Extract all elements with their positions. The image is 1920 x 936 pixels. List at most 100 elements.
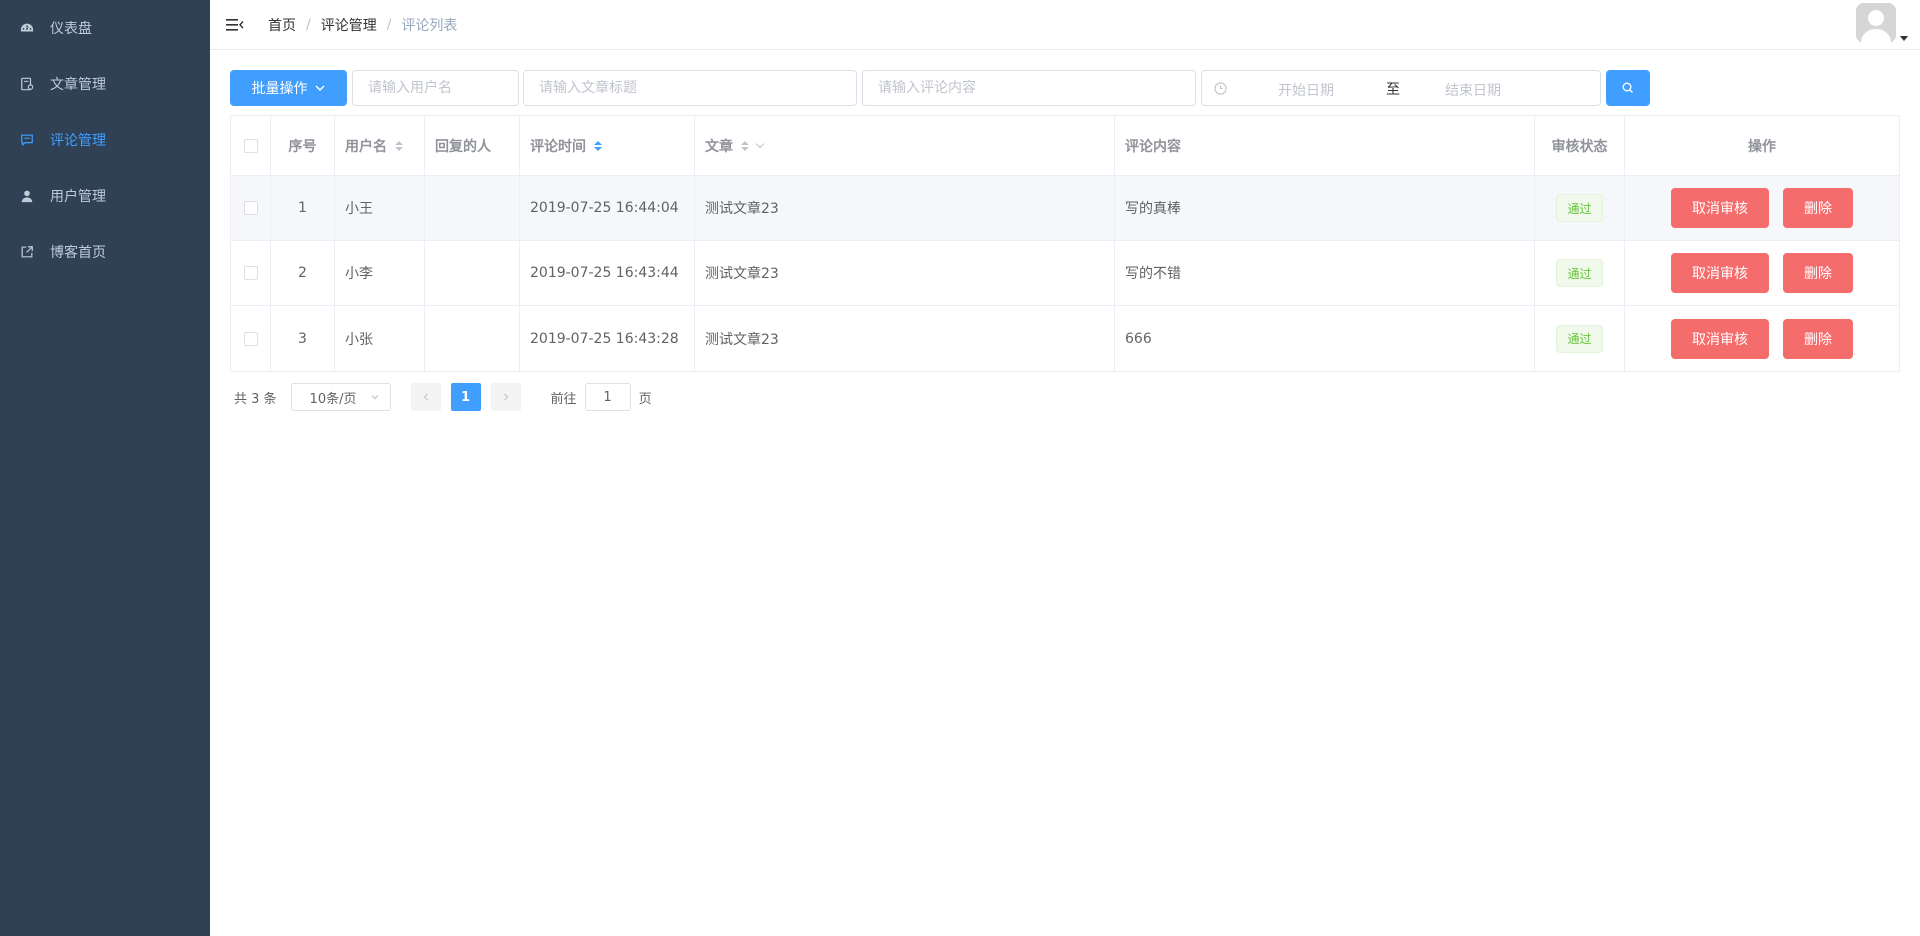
cell-article: 测试文章23 bbox=[695, 241, 1115, 305]
caret-down-icon bbox=[1900, 36, 1908, 41]
goto-prefix: 前往 bbox=[550, 391, 577, 407]
cell-content: 写的真棒 bbox=[1115, 176, 1535, 240]
header-status: 审核状态 bbox=[1535, 116, 1625, 175]
breadcrumb-current: 评论列表 bbox=[401, 17, 458, 34]
row-checkbox[interactable] bbox=[243, 201, 258, 215]
table-row: 3 小张 2019-07-25 16:43:28 测试文章23 666 通过 取… bbox=[231, 306, 1899, 371]
avatar[interactable] bbox=[1856, 3, 1896, 43]
header-article[interactable]: 文章 bbox=[695, 116, 1115, 175]
sidebar-item-dashboard[interactable]: 仪表盘 bbox=[0, 0, 210, 56]
cell-actions: 取消审核 删除 bbox=[1625, 176, 1899, 240]
cell-index: 2 bbox=[271, 241, 335, 305]
cell-status: 通过 bbox=[1535, 306, 1625, 371]
page-size-select[interactable]: 10条/页 bbox=[290, 383, 391, 411]
end-date-input[interactable]: 结束日期 bbox=[1445, 80, 1501, 100]
cell-actions: 取消审核 删除 bbox=[1625, 241, 1899, 305]
prev-page-button[interactable] bbox=[410, 383, 441, 411]
sort-icon[interactable] bbox=[741, 140, 749, 151]
comments-table: 序号 用户名 回复的人 评论时间 文章 评论内容 审核状态 操作 1 小王 20… bbox=[230, 115, 1900, 372]
cell-reply-to bbox=[425, 176, 520, 240]
cell-content: 写的不错 bbox=[1115, 241, 1535, 305]
article-icon bbox=[20, 77, 34, 91]
cell-time: 2019-07-25 16:43:28 bbox=[520, 306, 695, 371]
breadcrumb-home[interactable]: 首页 bbox=[268, 15, 296, 35]
comment-icon bbox=[20, 133, 34, 147]
page-number-current[interactable]: 1 bbox=[450, 383, 481, 411]
header-reply-to: 回复的人 bbox=[425, 116, 520, 175]
header-time-label: 评论时间 bbox=[530, 138, 586, 155]
user-avatar-dropdown[interactable] bbox=[1856, 3, 1908, 43]
article-title-input[interactable] bbox=[523, 70, 857, 106]
sidebar-item-comments[interactable]: 评论管理 bbox=[0, 112, 210, 168]
header-article-label: 文章 bbox=[705, 138, 733, 155]
date-range-picker[interactable]: 开始日期 至 结束日期 bbox=[1201, 70, 1601, 106]
cell-index: 1 bbox=[271, 176, 335, 240]
cell-status: 通过 bbox=[1535, 176, 1625, 240]
goto-page-input[interactable]: 1 bbox=[584, 383, 631, 411]
row-checkbox[interactable] bbox=[243, 331, 258, 346]
row-checkbox[interactable] bbox=[243, 266, 258, 280]
row-select-cell bbox=[231, 306, 271, 371]
delete-button[interactable]: 删除 bbox=[1783, 318, 1853, 359]
sidebar-item-users[interactable]: 用户管理 bbox=[0, 168, 210, 224]
cell-actions: 取消审核 删除 bbox=[1625, 306, 1899, 371]
pagination-total: 共 3 条 bbox=[234, 391, 277, 407]
cancel-review-button[interactable]: 取消审核 bbox=[1671, 188, 1769, 228]
breadcrumb-comment-management[interactable]: 评论管理 bbox=[321, 15, 377, 35]
header-content-label: 评论内容 bbox=[1125, 138, 1181, 155]
header-reply-to-label: 回复的人 bbox=[435, 138, 491, 155]
next-page-button[interactable] bbox=[490, 383, 521, 411]
clock-icon bbox=[1214, 82, 1227, 99]
cancel-review-button[interactable]: 取消审核 bbox=[1671, 253, 1769, 293]
sidebar-item-articles[interactable]: 文章管理 bbox=[0, 56, 210, 112]
cell-username: 小王 bbox=[335, 176, 425, 240]
comment-content-input[interactable] bbox=[862, 70, 1196, 106]
sidebar-item-label: 博客首页 bbox=[50, 245, 106, 261]
goto-suffix: 页 bbox=[638, 391, 652, 407]
header-content: 评论内容 bbox=[1115, 116, 1535, 175]
cell-status: 通过 bbox=[1535, 241, 1625, 305]
sidebar-item-label: 用户管理 bbox=[50, 189, 106, 205]
username-field[interactable] bbox=[368, 80, 503, 96]
delete-button[interactable]: 删除 bbox=[1783, 188, 1853, 228]
sort-icon[interactable] bbox=[594, 140, 602, 151]
header-status-label: 审核状态 bbox=[1551, 138, 1608, 155]
header-actions-label: 操作 bbox=[1748, 138, 1776, 155]
filter-chevron-icon[interactable] bbox=[755, 139, 765, 148]
username-input[interactable] bbox=[352, 70, 519, 106]
sort-icon[interactable] bbox=[395, 140, 403, 151]
sidebar: 仪表盘 文章管理 评论管理 用户管理 博客首页 bbox=[0, 0, 210, 936]
cancel-review-button[interactable]: 取消审核 bbox=[1671, 318, 1769, 359]
table-row: 1 小王 2019-07-25 16:44:04 测试文章23 写的真棒 通过 … bbox=[231, 176, 1899, 241]
user-icon bbox=[20, 189, 34, 203]
sidebar-item-label: 评论管理 bbox=[50, 133, 106, 149]
article-title-field[interactable] bbox=[539, 80, 841, 96]
sidebar-item-blog-home[interactable]: 博客首页 bbox=[0, 224, 210, 280]
select-all-cell bbox=[231, 116, 271, 175]
batch-actions-button[interactable]: 批量操作 bbox=[230, 70, 347, 106]
header-time[interactable]: 评论时间 bbox=[520, 116, 695, 175]
cell-time: 2019-07-25 16:44:04 bbox=[520, 176, 695, 240]
start-date-input[interactable]: 开始日期 bbox=[1278, 80, 1334, 100]
cell-article: 测试文章23 bbox=[695, 306, 1115, 371]
table-header-row: 序号 用户名 回复的人 评论时间 文章 评论内容 审核状态 操作 bbox=[231, 116, 1899, 176]
comment-content-field[interactable] bbox=[878, 80, 1180, 96]
delete-button[interactable]: 删除 bbox=[1783, 253, 1853, 293]
select-all-checkbox[interactable] bbox=[243, 138, 258, 153]
breadcrumb: 首页 / 评论管理 / 评论列表 bbox=[268, 15, 457, 35]
header-index-label: 序号 bbox=[288, 138, 317, 155]
hamburger-menu-icon[interactable] bbox=[226, 15, 246, 35]
table-row: 2 小李 2019-07-25 16:43:44 测试文章23 写的不错 通过 … bbox=[231, 241, 1899, 306]
search-button[interactable] bbox=[1606, 70, 1650, 106]
chevron-right-icon bbox=[503, 393, 508, 401]
header-username[interactable]: 用户名 bbox=[335, 116, 425, 175]
sidebar-item-label: 文章管理 bbox=[50, 77, 106, 93]
page-size-value: 10条/页 bbox=[309, 391, 357, 407]
cell-article: 测试文章23 bbox=[695, 176, 1115, 240]
chevron-down-icon bbox=[371, 395, 378, 400]
cell-time: 2019-07-25 16:43:44 bbox=[520, 241, 695, 305]
top-navbar: 首页 / 评论管理 / 评论列表 bbox=[210, 0, 1920, 50]
status-badge: 通过 bbox=[1556, 259, 1603, 287]
cell-username: 小李 bbox=[335, 241, 425, 305]
search-icon bbox=[1622, 82, 1633, 93]
